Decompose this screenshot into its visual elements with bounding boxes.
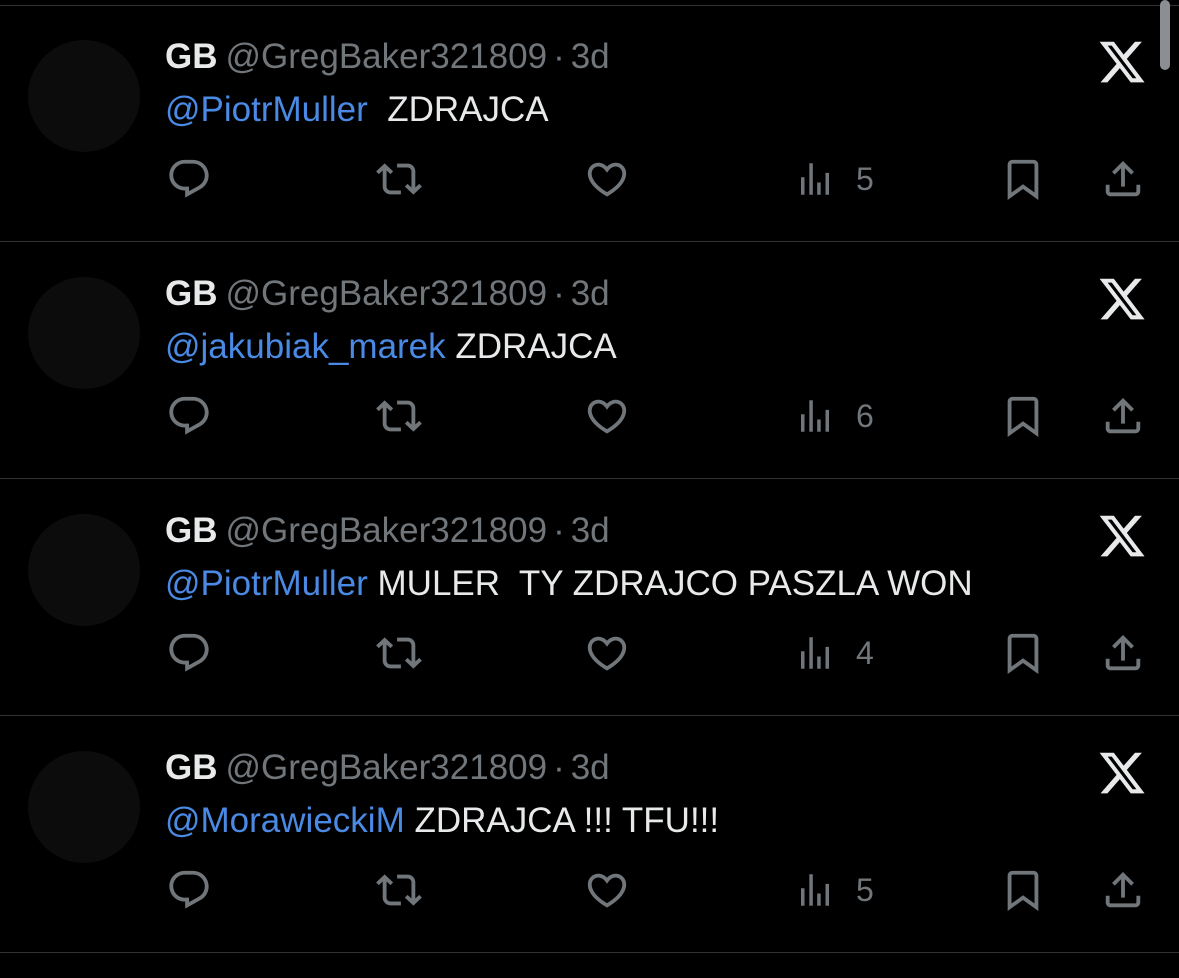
share-icon — [1105, 871, 1141, 908]
reply-button[interactable] — [166, 156, 212, 202]
bookmark-icon — [1007, 159, 1039, 200]
heart-icon — [587, 399, 627, 434]
avatar[interactable] — [28, 751, 140, 863]
x-logo-icon — [1099, 752, 1145, 794]
author-name[interactable]: GB — [165, 37, 218, 76]
tweet-content: ZDRAJCA — [445, 327, 617, 366]
views-button[interactable]: 5 — [794, 156, 874, 202]
tweet-timestamp[interactable]: 3d — [571, 748, 610, 787]
like-button[interactable] — [582, 630, 632, 676]
view-count: 5 — [856, 160, 874, 197]
share-icon — [1105, 397, 1141, 434]
bookmark-button[interactable] — [1000, 867, 1046, 913]
views-button[interactable]: 4 — [794, 630, 874, 676]
avatar[interactable] — [28, 514, 140, 626]
tweet-card[interactable]: GB @GregBaker321809 · 3d @PiotrMuller MULER… — [0, 479, 1179, 716]
retweet-icon — [376, 637, 422, 669]
reply-icon — [169, 159, 209, 198]
author-handle[interactable]: @GregBaker321809 — [226, 748, 548, 787]
tweet-card[interactable]: GB @GregBaker321809 · 3d @jakubiak_marek ZD… — [0, 242, 1179, 479]
author-handle[interactable]: @GregBaker321809 — [226, 511, 548, 550]
bookmark-icon — [1007, 396, 1039, 437]
header-separator: · — [553, 274, 565, 313]
like-button[interactable] — [582, 867, 632, 913]
retweet-button[interactable] — [372, 867, 426, 913]
bookmark-button[interactable] — [1000, 156, 1046, 202]
retweet-button[interactable] — [372, 156, 426, 202]
tweet-timestamp[interactable]: 3d — [571, 511, 610, 550]
like-button[interactable] — [582, 393, 632, 439]
mention-link[interactable]: @PiotrMuller — [165, 90, 368, 129]
like-button[interactable] — [582, 156, 632, 202]
header-separator: · — [553, 748, 565, 787]
reply-icon — [169, 396, 209, 435]
reply-icon — [169, 633, 209, 672]
reply-button[interactable] — [166, 393, 212, 439]
tweet-text: @jakubiak_marek ZDRAJCA — [165, 325, 617, 369]
x-logo-icon — [1099, 41, 1145, 83]
tweet-header: GB @GregBaker321809 · 3d — [165, 35, 610, 79]
share-button[interactable] — [1100, 630, 1146, 676]
retweet-icon — [376, 874, 422, 906]
tweet-text: @PiotrMuller ZDRAJCA — [165, 88, 549, 132]
heart-icon — [587, 162, 627, 197]
reply-icon — [169, 870, 209, 909]
views-chart-icon — [801, 874, 829, 906]
x-logo-icon — [1099, 278, 1145, 320]
tweet-header: GB @GregBaker321809 · 3d — [165, 509, 610, 553]
tweet-header: GB @GregBaker321809 · 3d — [165, 746, 610, 790]
views-button[interactable]: 5 — [794, 867, 874, 913]
author-handle[interactable]: @GregBaker321809 — [226, 37, 548, 76]
share-button[interactable] — [1100, 393, 1146, 439]
share-icon — [1105, 634, 1141, 671]
tweet-content: ZDRAJCA !!! TFU!!! — [404, 801, 720, 840]
mention-link[interactable]: @PiotrMuller — [165, 564, 368, 603]
bookmark-icon — [1007, 633, 1039, 674]
views-chart-icon — [801, 163, 829, 195]
views-button[interactable]: 6 — [794, 393, 874, 439]
heart-icon — [587, 636, 627, 671]
mention-link[interactable]: @jakubiak_marek — [165, 327, 446, 366]
tweet-text: @MorawieckiM ZDRAJCA !!! TFU!!! — [165, 799, 719, 843]
author-name[interactable]: GB — [165, 511, 218, 550]
author-handle[interactable]: @GregBaker321809 — [226, 274, 548, 313]
tweet-timestamp[interactable]: 3d — [571, 37, 610, 76]
views-chart-icon — [801, 400, 829, 432]
retweet-button[interactable] — [372, 630, 426, 676]
mention-link[interactable]: @MorawieckiM — [165, 801, 405, 840]
avatar[interactable] — [28, 40, 140, 152]
tweet-content: ZDRAJCA — [367, 90, 549, 129]
heart-icon — [587, 873, 627, 908]
bookmark-button[interactable] — [1000, 393, 1046, 439]
avatar[interactable] — [28, 277, 140, 389]
share-button[interactable] — [1100, 867, 1146, 913]
share-button[interactable] — [1100, 156, 1146, 202]
share-icon — [1105, 160, 1141, 197]
view-count: 6 — [856, 397, 874, 434]
tweet-header: GB @GregBaker321809 · 3d — [165, 272, 610, 316]
tweet-timestamp[interactable]: 3d — [571, 274, 610, 313]
bookmark-button[interactable] — [1000, 630, 1046, 676]
view-count: 5 — [856, 871, 874, 908]
bookmark-icon — [1007, 870, 1039, 911]
reply-button[interactable] — [166, 867, 212, 913]
author-name[interactable]: GB — [165, 274, 218, 313]
tweet-content: MULER TY ZDRAJCO PASZLA WON — [367, 564, 973, 603]
retweet-icon — [376, 163, 422, 195]
header-separator: · — [553, 37, 565, 76]
retweet-icon — [376, 400, 422, 432]
views-chart-icon — [801, 637, 829, 669]
view-count: 4 — [856, 634, 874, 671]
tweet-feed: GB @GregBaker321809 · 3d @PiotrMuller ZDRAJ… — [0, 5, 1179, 953]
reply-button[interactable] — [166, 630, 212, 676]
retweet-button[interactable] — [372, 393, 426, 439]
tweet-card[interactable]: GB @GregBaker321809 · 3d @PiotrMuller ZDRAJ… — [0, 5, 1179, 242]
author-name[interactable]: GB — [165, 748, 218, 787]
tweet-card[interactable]: GB @GregBaker321809 · 3d @MorawieckiM ZDRAJ… — [0, 716, 1179, 953]
tweet-text: @PiotrMuller MULER TY ZDRAJCO PASZLA WON — [165, 562, 973, 606]
header-separator: · — [553, 511, 565, 550]
x-logo-icon — [1099, 515, 1145, 557]
